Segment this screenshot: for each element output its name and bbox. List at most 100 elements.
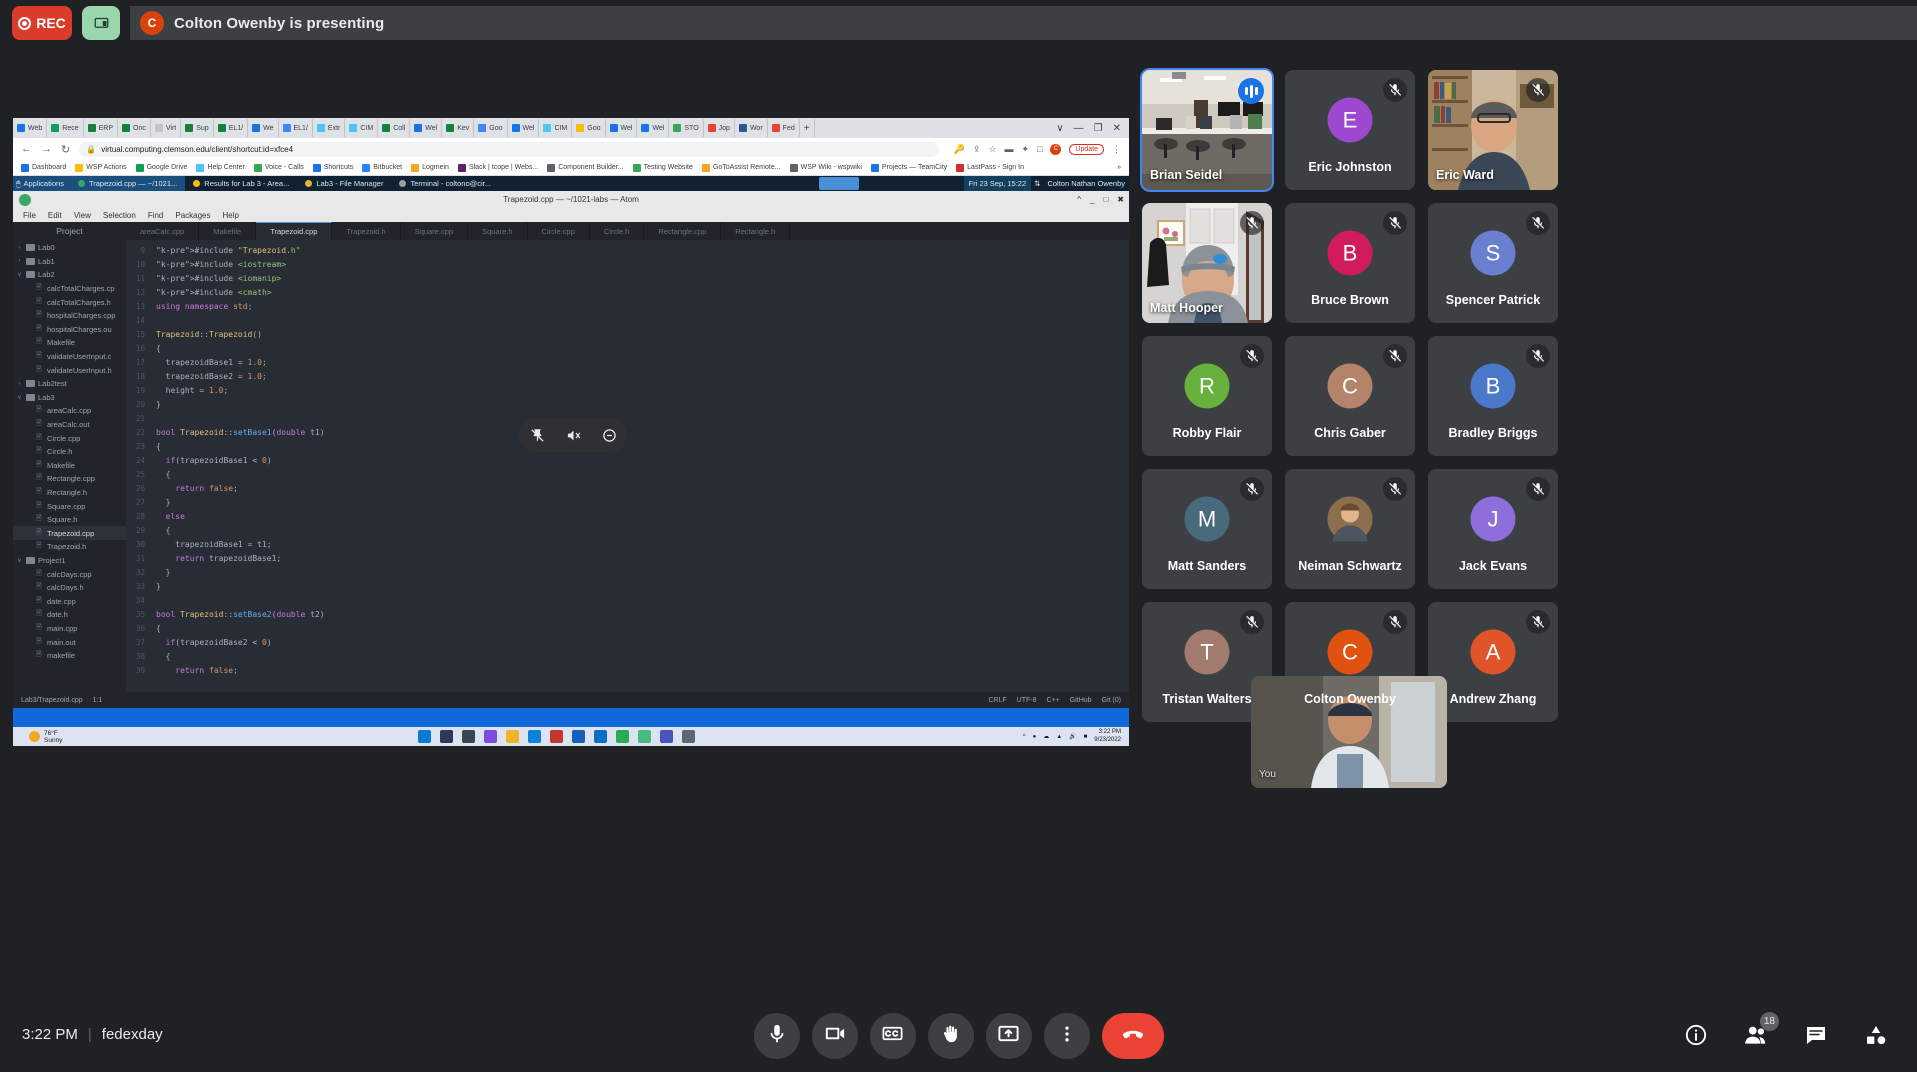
activities-button[interactable] [1859, 1020, 1893, 1054]
tree-file[interactable]: 🗎 Makefile [13, 459, 126, 473]
tree-file[interactable]: 🗎 Circle.h [13, 445, 126, 459]
status-item[interactable]: Git (0) [1102, 697, 1121, 704]
store-icon[interactable] [550, 730, 563, 743]
bookmark-item[interactable]: Slack | tcope | Webs... [457, 163, 538, 172]
extension-icon[interactable]: ▬ [1004, 144, 1013, 154]
bookmarks-bar[interactable]: Dashboard WSP Actions Google Drive Help Cen… [13, 160, 1129, 176]
search-icon[interactable] [440, 730, 453, 743]
tree-folder[interactable]: › Lab1 [13, 255, 126, 269]
editor-tab[interactable]: Makefile [199, 222, 257, 240]
weather-widget[interactable]: 76°F Sunny [13, 730, 62, 744]
tree-file[interactable]: 🗎 Trapezoid.h [13, 540, 126, 554]
puzzle-icon[interactable]: ✦ [1021, 144, 1029, 155]
screenshare-overlay-controls[interactable] [519, 418, 627, 452]
recording-indicator-button[interactable]: REC [12, 6, 72, 40]
browser-tab[interactable]: Wel [410, 119, 443, 137]
forward-arrow-icon[interactable]: → [41, 143, 52, 155]
tree-file[interactable]: 🗎 Rectangle.h [13, 486, 126, 500]
raise-hand-button[interactable] [927, 1013, 974, 1059]
editor-tab[interactable]: Circle.cpp [528, 222, 590, 240]
browser-tab[interactable]: Jop [704, 119, 735, 137]
browser-tab[interactable]: Fed [768, 119, 800, 137]
system-tray[interactable]: ^ ● ☁ ▲ 🔊 ■ 3:22 PM 9/23/2022 [1023, 729, 1129, 743]
atom-file-tree[interactable]: Project › Lab0 › Lab1 ∨ Lab2 🗎 calcTotalCharges… [13, 222, 126, 692]
start-icon[interactable] [418, 730, 431, 743]
profile-avatar[interactable]: C [1050, 143, 1062, 155]
participant-tile[interactable]: T Tristan Walters [1142, 602, 1272, 722]
tree-folder[interactable]: ∨ Lab3 [13, 391, 126, 405]
bookmark-star-icon[interactable]: ☆ [988, 144, 996, 155]
windows-taskbar[interactable]: 76°F Sunny ^ ● ☁ ▲ 🔊 ■ 3:22 PM 9/23/2022 [13, 727, 1129, 746]
participant-tile[interactable]: S Spencer Patrick [1428, 203, 1558, 323]
participant-tile[interactable]: R Robby Flair [1142, 336, 1272, 456]
participant-tile[interactable]: J Jack Evans [1428, 469, 1558, 589]
tree-file[interactable]: 🗎 main.out [13, 635, 126, 649]
menu-item-file[interactable]: File [23, 211, 36, 220]
shared-screen-stage[interactable]: Web Rece ERP Onc Virt Sup EL1/We EL1/Extr CIM Col… [13, 118, 1129, 746]
sidepanel-icon[interactable]: □ [1037, 144, 1042, 154]
tray-chevron-icon[interactable]: ^ [1023, 734, 1026, 740]
tree-file[interactable]: 🗎 areaCalc.out [13, 418, 126, 432]
status-item[interactable]: CRLF [988, 697, 1006, 704]
restore-icon[interactable]: ❐ [1094, 123, 1103, 134]
browser-tab[interactable]: Rece [47, 119, 84, 137]
bookmark-item[interactable]: GoToAssist Remote... [701, 163, 781, 172]
participant-tile[interactable]: B Bradley Briggs [1428, 336, 1558, 456]
tree-file[interactable]: 🗎 Rectangle.cpp [13, 472, 126, 486]
browser-tab[interactable]: Goo [474, 119, 508, 137]
network-updown-icon[interactable]: ⇅ [1031, 179, 1043, 188]
tree-file[interactable]: 🗎 Square.h [13, 513, 126, 527]
taskbar-window-button[interactable]: Lab3 - File Manager [297, 176, 391, 191]
editor-tab[interactable]: areaCalc.cpp [126, 222, 200, 240]
editor-tab[interactable]: Rectangle.cpp [644, 222, 722, 240]
more-options-button[interactable] [1043, 1013, 1090, 1059]
menu-item-packages[interactable]: Packages [175, 211, 210, 220]
tree-file[interactable]: 🗎 calcTotalCharges.h [13, 295, 126, 309]
browser-tab[interactable]: Coll [378, 119, 411, 137]
bookmark-item[interactable]: Projects — TeamCity [870, 163, 947, 172]
tree-file[interactable]: 🗎 Trapezoid.cpp [13, 526, 126, 541]
collapse-icon[interactable]: ∨ [1056, 123, 1063, 134]
taskbar-app-icons[interactable] [418, 730, 695, 743]
menu-item-view[interactable]: View [74, 211, 91, 220]
browser-tab[interactable]: Onc [118, 119, 151, 137]
panel-clock[interactable]: Fri 23 Sep, 15:22 [963, 176, 1032, 191]
word-icon[interactable] [572, 730, 585, 743]
browser-tab[interactable]: Wel [637, 119, 670, 137]
edge-icon[interactable] [528, 730, 541, 743]
outlook-icon[interactable] [594, 730, 607, 743]
taskbar-window-button[interactable]: Terminal - coltono@cir... [391, 176, 499, 191]
tree-file[interactable]: 🗎 hospitalCharges.cpp [13, 309, 126, 323]
task-view-icon[interactable] [462, 730, 475, 743]
tree-file[interactable]: 🗎 calcDays.h [13, 581, 126, 595]
menu-item-find[interactable]: Find [148, 211, 164, 220]
leave-call-button[interactable] [1101, 1013, 1164, 1059]
close-icon[interactable]: ✕ [1113, 123, 1121, 134]
browser-tab[interactable]: ERP [84, 119, 119, 137]
bookmark-item[interactable]: Bitbucket [362, 163, 402, 172]
participant-tile[interactable]: C Chris Gaber [1285, 336, 1415, 456]
tree-file[interactable]: 🗎 areaCalc.cpp [13, 404, 126, 418]
tree-file[interactable]: 🗎 calcTotalCharges.cp [13, 282, 126, 296]
code-content[interactable]: "k-pre">#include "Trapezoid.h" "k-pre">#i… [148, 240, 1129, 692]
atom-menubar[interactable]: File Edit View Selection Find Packages Help [13, 208, 1129, 222]
bookmark-item[interactable]: Component Builder... [547, 163, 624, 172]
tree-folder[interactable]: ∨ Lab2 [13, 268, 126, 282]
tree-file[interactable]: 🗎 Circle.cpp [13, 431, 126, 445]
status-item[interactable]: UTF-8 [1017, 697, 1037, 704]
bookmark-item[interactable]: LastPass - Sign In [956, 163, 1024, 172]
menu-item-selection[interactable]: Selection [103, 211, 136, 220]
atom-window-controls[interactable]: ^ _ □ ✖ [1077, 195, 1124, 204]
bookmarks-overflow-button[interactable]: » [1117, 164, 1129, 171]
slack-icon[interactable] [638, 730, 651, 743]
browser-tab[interactable]: Wel [508, 119, 540, 137]
menu-item-edit[interactable]: Edit [48, 211, 62, 220]
tree-file[interactable]: 🗎 validateUserInput.h [13, 363, 126, 377]
browser-tab[interactable]: STO [669, 119, 704, 137]
tray-cloud-icon[interactable]: ☁ [1043, 733, 1049, 740]
taskbar-window-button[interactable]: Trapezoid.cpp — ~/1021... [69, 176, 186, 191]
browser-tab[interactable]: CIM [539, 119, 573, 137]
browser-tab[interactable]: EL1/ [279, 119, 313, 137]
key-icon[interactable]: 🔑 [954, 144, 965, 155]
tree-file[interactable]: 🗎 main.cpp [13, 622, 126, 636]
